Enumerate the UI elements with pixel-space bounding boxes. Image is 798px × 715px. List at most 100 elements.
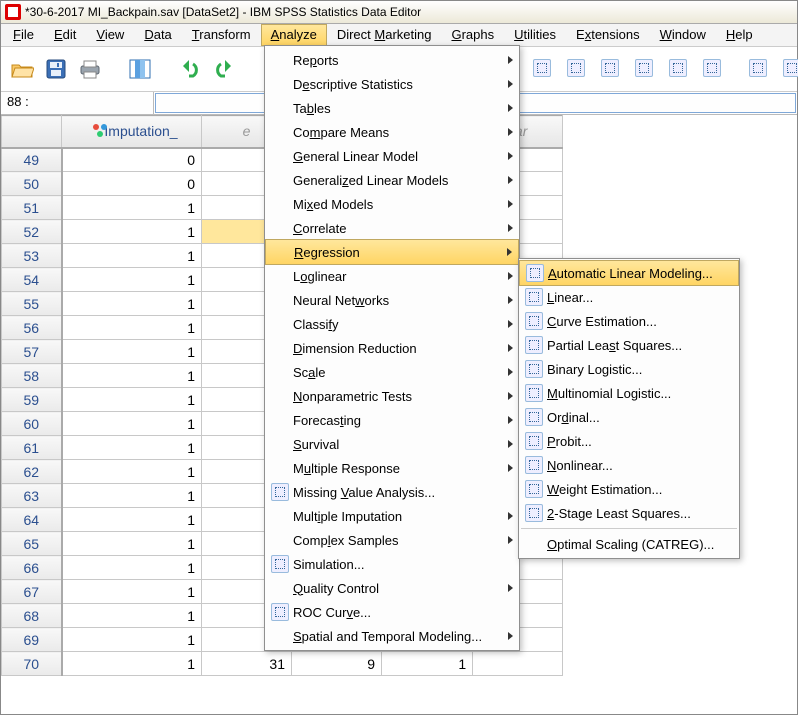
menu-item-correlate[interactable]: Correlate xyxy=(265,216,519,240)
row-number[interactable]: 54 xyxy=(2,268,62,292)
row-number[interactable]: 58 xyxy=(2,364,62,388)
menu-extensions[interactable]: Extensions xyxy=(566,24,650,46)
row-number[interactable]: 56 xyxy=(2,316,62,340)
cell[interactable]: 0 xyxy=(62,148,202,172)
menu-file[interactable]: File xyxy=(3,24,44,46)
menu-data[interactable]: Data xyxy=(134,24,181,46)
menu-window[interactable]: Window xyxy=(650,24,716,46)
menu-item-2-stage-least-squares[interactable]: 2-Stage Least Squares... xyxy=(519,501,739,525)
menu-item-multiple-imputation[interactable]: Multiple Imputation xyxy=(265,504,519,528)
circles-button[interactable] xyxy=(777,53,798,83)
chart-button-1[interactable] xyxy=(527,53,557,83)
menu-item-curve-estimation[interactable]: Curve Estimation... xyxy=(519,309,739,333)
regression-submenu[interactable]: Automatic Linear Modeling...Linear...Cur… xyxy=(518,258,740,559)
cell[interactable]: 1 xyxy=(62,460,202,484)
cell[interactable]: 1 xyxy=(62,532,202,556)
row-number[interactable]: 59 xyxy=(2,388,62,412)
table-row[interactable]: 7013191 xyxy=(2,652,563,676)
redo-button[interactable] xyxy=(209,54,239,84)
menu-item-neural-networks[interactable]: Neural Networks xyxy=(265,288,519,312)
menu-graphs[interactable]: Graphs xyxy=(441,24,504,46)
row-number[interactable]: 51 xyxy=(2,196,62,220)
menu-item-reports[interactable]: Reports xyxy=(265,48,519,72)
menu-item-mixed-models[interactable]: Mixed Models xyxy=(265,192,519,216)
open-button[interactable] xyxy=(7,54,37,84)
menu-edit[interactable]: Edit xyxy=(44,24,86,46)
cell[interactable]: 1 xyxy=(62,652,202,676)
cell[interactable]: 1 xyxy=(62,436,202,460)
menu-item-probit[interactable]: Probit... xyxy=(519,429,739,453)
menu-item-multinomial-logistic[interactable]: Multinomial Logistic... xyxy=(519,381,739,405)
cluster-button[interactable] xyxy=(663,53,693,83)
menu-item-roc-curve[interactable]: ROC Curve... xyxy=(265,600,519,624)
cell[interactable]: 1 xyxy=(62,556,202,580)
menu-item-survival[interactable]: Survival xyxy=(265,432,519,456)
menu-item-nonlinear[interactable]: Nonlinear... xyxy=(519,453,739,477)
menu-item-automatic-linear-modeling[interactable]: Automatic Linear Modeling... xyxy=(519,260,739,286)
print-button[interactable] xyxy=(75,54,105,84)
cell[interactable]: 1 xyxy=(62,220,202,244)
menu-analyze[interactable]: Analyze xyxy=(261,24,327,46)
row-number[interactable]: 67 xyxy=(2,580,62,604)
menu-item-regression[interactable]: Regression xyxy=(265,239,519,265)
save-button[interactable] xyxy=(41,54,71,84)
menu-item-multiple-response[interactable]: Multiple Response xyxy=(265,456,519,480)
cell[interactable]: 31 xyxy=(202,652,292,676)
undo-button[interactable] xyxy=(175,54,205,84)
menu-help[interactable]: Help xyxy=(716,24,763,46)
menu-item-linear[interactable]: Linear... xyxy=(519,285,739,309)
cell[interactable] xyxy=(473,652,563,676)
menu-item-dimension-reduction[interactable]: Dimension Reduction xyxy=(265,336,519,360)
font-button[interactable] xyxy=(743,53,773,83)
chart-button-2[interactable] xyxy=(561,53,591,83)
menu-item-scale[interactable]: Scale xyxy=(265,360,519,384)
cell[interactable]: 1 xyxy=(62,580,202,604)
cell[interactable]: 1 xyxy=(62,316,202,340)
menu-item-descriptive-statistics[interactable]: Descriptive Statistics xyxy=(265,72,519,96)
menu-item-general-linear-model[interactable]: General Linear Model xyxy=(265,144,519,168)
menu-item-ordinal[interactable]: Ordinal... xyxy=(519,405,739,429)
menu-item-complex-samples[interactable]: Complex Samples xyxy=(265,528,519,552)
cell[interactable]: 1 xyxy=(62,268,202,292)
row-number[interactable]: 49 xyxy=(2,148,62,172)
analyze-menu-dropdown[interactable]: ReportsDescriptive StatisticsTablesCompa… xyxy=(264,45,520,651)
menu-item-partial-least-squares[interactable]: Partial Least Squares... xyxy=(519,333,739,357)
cell[interactable]: 1 xyxy=(62,484,202,508)
cell[interactable]: 1 xyxy=(62,412,202,436)
row-number[interactable]: 57 xyxy=(2,340,62,364)
row-number[interactable]: 60 xyxy=(2,412,62,436)
cell[interactable]: 1 xyxy=(62,628,202,652)
menu-item-tables[interactable]: Tables xyxy=(265,96,519,120)
cell[interactable]: 1 xyxy=(62,508,202,532)
pivot-button[interactable] xyxy=(595,53,625,83)
cell[interactable]: 1 xyxy=(382,652,473,676)
row-number[interactable]: 61 xyxy=(2,436,62,460)
row-number[interactable]: 69 xyxy=(2,628,62,652)
menu-item-spatial-and-temporal-modeling[interactable]: Spatial and Temporal Modeling... xyxy=(265,624,519,648)
row-number[interactable]: 53 xyxy=(2,244,62,268)
weight-button[interactable] xyxy=(629,53,659,83)
menu-item-classify[interactable]: Classify xyxy=(265,312,519,336)
menu-item-optimal-scaling-catreg[interactable]: Optimal Scaling (CATREG)... xyxy=(519,532,739,556)
menu-item-weight-estimation[interactable]: Weight Estimation... xyxy=(519,477,739,501)
cell[interactable]: 1 xyxy=(62,388,202,412)
menu-item-loglinear[interactable]: Loglinear xyxy=(265,264,519,288)
row-number[interactable]: 68 xyxy=(2,604,62,628)
menu-item-generalized-linear-models[interactable]: Generalized Linear Models xyxy=(265,168,519,192)
menu-direct-marketing[interactable]: Direct Marketing xyxy=(327,24,442,46)
cell[interactable]: 9 xyxy=(292,652,382,676)
menu-item-simulation[interactable]: Simulation... xyxy=(265,552,519,576)
menu-item-compare-means[interactable]: Compare Means xyxy=(265,120,519,144)
data-view-button[interactable] xyxy=(125,54,155,84)
row-number[interactable]: 70 xyxy=(2,652,62,676)
cell[interactable]: 1 xyxy=(62,244,202,268)
row-number[interactable]: 55 xyxy=(2,292,62,316)
value-labels-button[interactable] xyxy=(697,53,727,83)
menu-item-quality-control[interactable]: Quality Control xyxy=(265,576,519,600)
cell[interactable]: 0 xyxy=(62,172,202,196)
row-number[interactable]: 64 xyxy=(2,508,62,532)
menu-view[interactable]: View xyxy=(86,24,134,46)
cell[interactable]: 1 xyxy=(62,364,202,388)
row-number[interactable]: 62 xyxy=(2,460,62,484)
cell[interactable]: 1 xyxy=(62,196,202,220)
